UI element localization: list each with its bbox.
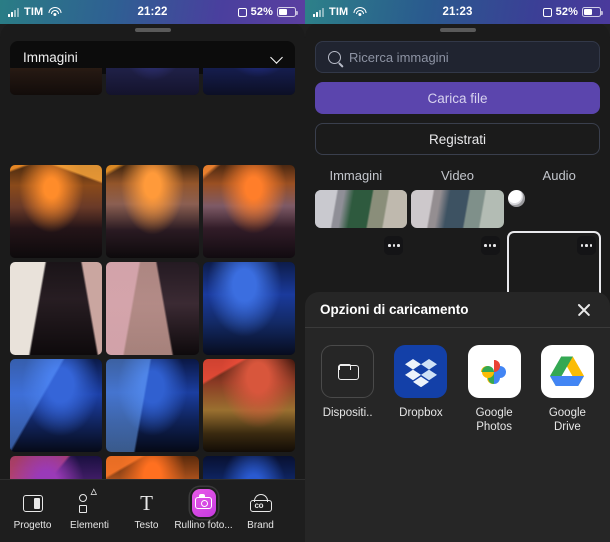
tab-label: Testo bbox=[134, 520, 159, 531]
sheet-grabber[interactable] bbox=[439, 28, 476, 32]
search-input[interactable]: Ricerca immagini bbox=[315, 41, 600, 73]
tab-label: Progetto bbox=[13, 520, 52, 531]
brand-radio-icon: co bbox=[249, 491, 273, 515]
photo-thumb[interactable] bbox=[106, 165, 199, 258]
photo-thumb[interactable] bbox=[10, 262, 103, 355]
alarm-clock-icon bbox=[542, 7, 552, 17]
signal-bars-icon bbox=[313, 7, 324, 17]
tab-immagini[interactable]: Immagini bbox=[305, 168, 407, 183]
photo-thumb[interactable] bbox=[202, 68, 295, 95]
upload-options-modal: Opzioni di caricamento Dispositi.. Dropb… bbox=[305, 292, 610, 542]
upload-source-google-drive[interactable]: Google Drive bbox=[535, 345, 600, 435]
tab-audio[interactable]: Audio bbox=[508, 168, 610, 183]
status-right-group: 52% bbox=[542, 6, 603, 18]
photo-thumb[interactable] bbox=[202, 359, 295, 452]
upload-source-list: Dispositi.. Dropbox Google Photos Google… bbox=[305, 328, 610, 435]
photo-thumb[interactable] bbox=[202, 165, 295, 258]
google-drive-icon bbox=[540, 345, 594, 398]
left-bottom-sheet: Immagini Progetto ▵ Elementi T Testo Rul… bbox=[0, 22, 305, 542]
dropbox-icon bbox=[394, 345, 448, 398]
sheet-grabber[interactable] bbox=[134, 28, 171, 32]
signal-bars-icon bbox=[8, 7, 19, 17]
shapes-elements-icon bbox=[78, 484, 102, 515]
wifi-icon bbox=[48, 7, 62, 17]
modal-header: Opzioni di caricamento bbox=[305, 292, 610, 328]
photo-thumb[interactable] bbox=[10, 68, 103, 95]
tab-label: Brand bbox=[247, 520, 274, 531]
tab-brand[interactable]: co Brand bbox=[232, 491, 289, 531]
status-left-group: TIM bbox=[8, 6, 62, 18]
photo-thumb[interactable] bbox=[106, 262, 199, 355]
album-dropdown-label: Immagini bbox=[23, 50, 78, 65]
camera-roll-icon bbox=[191, 489, 216, 517]
google-photos-icon bbox=[467, 345, 521, 398]
text-t-icon: T bbox=[140, 490, 153, 515]
wifi-icon bbox=[353, 7, 367, 17]
battery-percent-label: 52% bbox=[555, 6, 578, 18]
media-type-tabs: Immagini Video Audio bbox=[305, 168, 610, 183]
photo-thumb[interactable] bbox=[106, 359, 199, 452]
media-thumb[interactable] bbox=[411, 190, 504, 228]
tab-testo[interactable]: T Testo bbox=[118, 491, 175, 531]
bottom-tab-bar: Progetto Elementi T Testo Rullino foto..… bbox=[0, 479, 305, 542]
chevron-down-icon bbox=[271, 52, 282, 63]
status-left-group: TIM bbox=[313, 6, 367, 18]
option-label: Dispositi.. bbox=[322, 407, 373, 419]
more-options-icon[interactable] bbox=[384, 236, 404, 255]
left-status-bar: TIM 21:22 52% bbox=[0, 0, 305, 24]
photo-thumb[interactable] bbox=[106, 456, 199, 479]
tab-rullino-foto[interactable]: Rullino foto... bbox=[174, 489, 233, 531]
media-thumb[interactable] bbox=[315, 190, 408, 228]
upload-file-button[interactable]: Carica file bbox=[315, 82, 600, 114]
media-grid[interactable] bbox=[315, 190, 602, 303]
more-options-icon[interactable] bbox=[480, 236, 500, 255]
photo-grid[interactable] bbox=[10, 68, 295, 479]
option-label: Google Photos bbox=[475, 407, 513, 434]
tab-label: Rullino foto... bbox=[174, 520, 233, 531]
right-status-bar: TIM 21:23 52% bbox=[305, 0, 610, 24]
carrier-label: TIM bbox=[24, 6, 44, 18]
photo-thumb[interactable] bbox=[10, 359, 103, 452]
tab-elementi[interactable]: Elementi bbox=[61, 484, 118, 532]
right-phone-screen: TIM 21:23 52% Ricerca immagini Carica fi… bbox=[305, 0, 610, 542]
record-button[interactable]: Registrati bbox=[315, 123, 600, 155]
upload-source-device[interactable]: Dispositi.. bbox=[315, 345, 380, 435]
search-placeholder: Ricerca immagini bbox=[349, 49, 449, 65]
dual-screenshot-container: TIM 21:22 52% Immagini Progetto ▵ Elemen… bbox=[0, 0, 610, 542]
option-label: Dropbox bbox=[399, 407, 443, 419]
photo-thumb[interactable] bbox=[202, 262, 295, 355]
project-layout-icon bbox=[21, 491, 45, 515]
photo-thumb[interactable] bbox=[10, 165, 103, 258]
tab-video[interactable]: Video bbox=[407, 168, 509, 183]
carrier-label: TIM bbox=[329, 6, 349, 18]
tab-label: Elementi bbox=[70, 520, 109, 531]
alarm-clock-icon bbox=[237, 7, 247, 17]
photo-thumb[interactable] bbox=[106, 68, 199, 95]
upload-source-google-photos[interactable]: Google Photos bbox=[462, 345, 527, 435]
status-right-group: 52% bbox=[237, 6, 298, 18]
photo-thumb[interactable] bbox=[10, 456, 103, 479]
close-icon[interactable] bbox=[573, 299, 595, 321]
left-phone-screen: TIM 21:22 52% Immagini Progetto ▵ Elemen… bbox=[0, 0, 305, 542]
tab-progetto[interactable]: Progetto bbox=[4, 491, 61, 531]
media-thumb[interactable] bbox=[508, 190, 600, 228]
photo-thumb[interactable] bbox=[202, 456, 295, 479]
modal-title: Opzioni di caricamento bbox=[320, 302, 469, 317]
option-label: Google Drive bbox=[548, 407, 586, 434]
battery-icon bbox=[582, 7, 603, 17]
upload-source-dropbox[interactable]: Dropbox bbox=[388, 345, 453, 435]
battery-percent-label: 52% bbox=[250, 6, 273, 18]
more-options-icon[interactable] bbox=[577, 236, 596, 255]
tab-caricamenti[interactable]: Caric bbox=[289, 491, 305, 531]
right-bottom-sheet: Ricerca immagini Carica file Registrati … bbox=[305, 22, 610, 542]
search-icon bbox=[328, 50, 341, 64]
folder-icon bbox=[321, 345, 375, 398]
battery-icon bbox=[277, 7, 298, 17]
